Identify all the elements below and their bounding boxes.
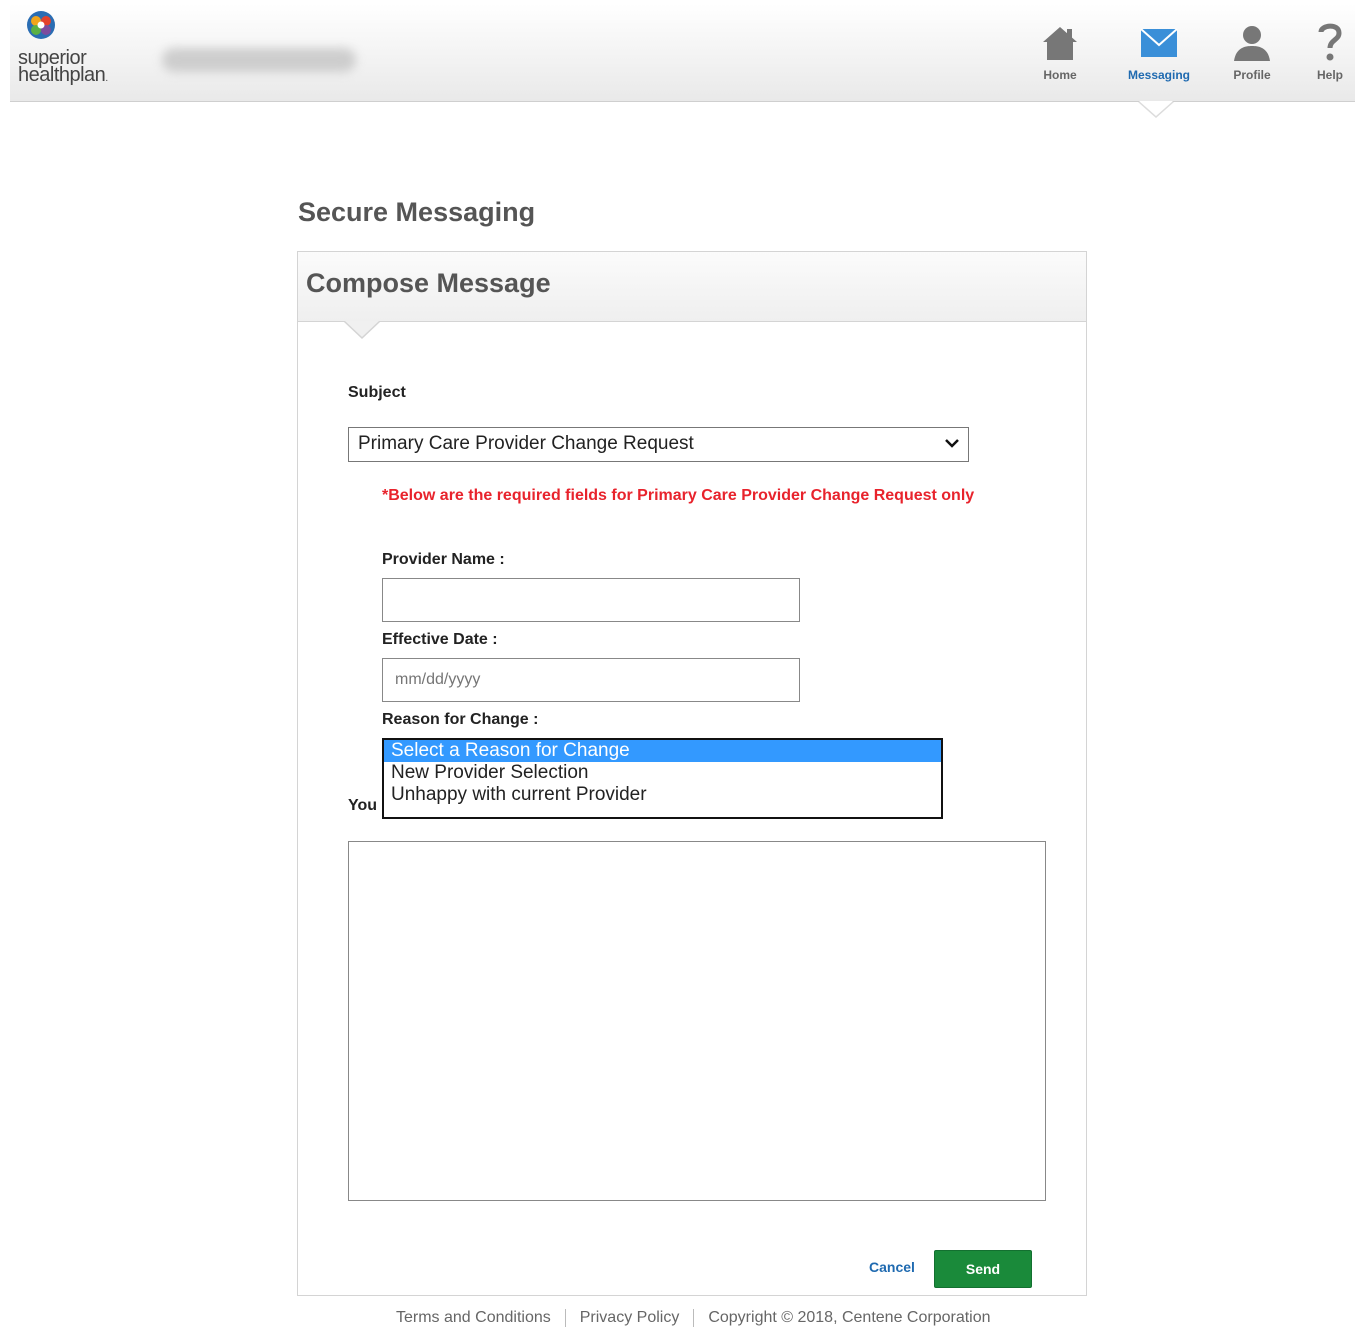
nav-messaging[interactable]: Messaging (1119, 4, 1199, 102)
person-icon (1234, 26, 1270, 61)
subject-select[interactable]: Primary Care Provider Change Request (348, 427, 969, 462)
reason-for-change-label: Reason for Change : (382, 711, 539, 728)
subject-label: Subject (348, 384, 406, 401)
message-textarea[interactable] (348, 841, 1046, 1201)
footer-divider (693, 1309, 695, 1327)
cancel-button[interactable]: Cancel (869, 1259, 915, 1275)
active-nav-pointer (1138, 101, 1174, 118)
main-nav: Home Messaging Profile Help (10, 4, 1355, 102)
subject-selected-value: Primary Care Provider Change Request (358, 433, 694, 454)
compose-card: Compose Message Subject Primary Care Pro… (297, 251, 1087, 1296)
provider-name-input[interactable] (382, 578, 800, 622)
reason-option[interactable]: New Provider Selection (384, 762, 941, 784)
envelope-icon (1140, 28, 1178, 57)
nav-messaging-label: Messaging (1127, 68, 1190, 82)
question-icon (1318, 23, 1342, 61)
copyright-text: Copyright © 2018, Centene Corporation (708, 1309, 991, 1327)
nav-profile-label: Profile (1233, 68, 1271, 82)
nav-home[interactable]: Home (1020, 4, 1100, 102)
reason-for-change-dropdown-list[interactable]: Select a Reason for Change New Provider … (382, 738, 943, 819)
privacy-link[interactable]: Privacy Policy (580, 1309, 680, 1327)
compose-header: Compose Message (298, 252, 1086, 322)
nav-profile[interactable]: Profile (1212, 4, 1292, 102)
footer-divider (564, 1309, 566, 1327)
chevron-down-icon (945, 439, 959, 448)
terms-link[interactable]: Terms and Conditions (396, 1309, 551, 1327)
home-icon (1043, 27, 1077, 60)
send-button[interactable]: Send (934, 1250, 1032, 1288)
reason-option[interactable]: Select a Reason for Change (384, 740, 941, 762)
provider-name-label: Provider Name : (382, 551, 505, 568)
your-message-label: You (348, 797, 378, 814)
effective-date-input[interactable] (382, 658, 800, 702)
required-fields-note: *Below are the required fields for Prima… (382, 487, 975, 504)
compose-title: Compose Message (306, 268, 551, 298)
page-title: Secure Messaging (298, 197, 536, 227)
reason-option[interactable]: Unhappy with current Provider (384, 784, 941, 806)
nav-home-label: Home (1043, 68, 1077, 82)
nav-help-label: Help (1316, 68, 1343, 82)
nav-help[interactable]: Help (1290, 4, 1355, 102)
effective-date-label: Effective Date : (382, 631, 498, 648)
top-header: superior healthplan. Home Messaging Prof (10, 4, 1355, 102)
footer: Terms and Conditions Privacy Policy Copyri… (396, 1309, 991, 1327)
compose-header-pointer (344, 321, 380, 339)
